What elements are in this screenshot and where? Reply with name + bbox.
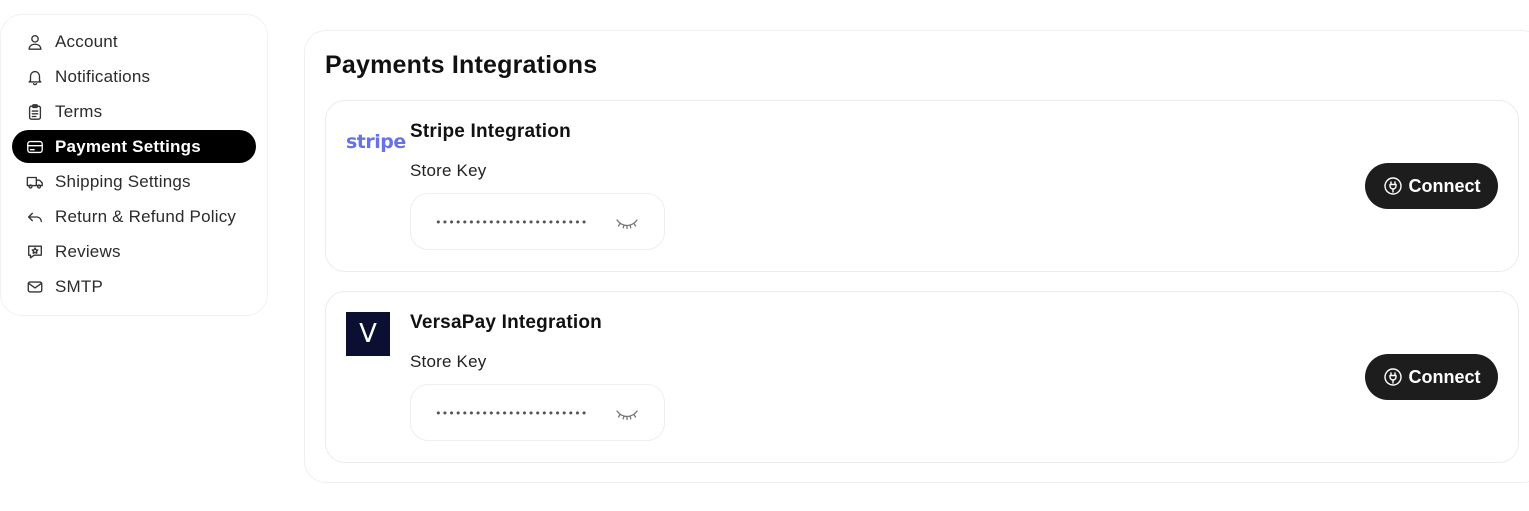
versapay-logo: V <box>346 312 390 356</box>
clipboard-icon <box>25 102 45 122</box>
sidebar-item-shipping-settings[interactable]: Shipping Settings <box>12 165 256 198</box>
connect-button-label: Connect <box>1408 175 1481 196</box>
store-key-label: Store Key <box>410 352 487 371</box>
page-title: Payments Integrations <box>325 51 598 79</box>
stripe-logo: stripe <box>346 131 406 153</box>
sidebar-item-payment-settings[interactable]: Payment Settings <box>12 130 256 163</box>
eye-closed-icon[interactable] <box>614 403 640 423</box>
bell-icon <box>25 67 45 87</box>
sidebar-item-label: Reviews <box>55 241 121 261</box>
sidebar-item-label: SMTP <box>55 276 104 296</box>
sidebar-item-reviews[interactable]: Reviews <box>12 235 256 268</box>
sidebar-item-label: Account <box>55 31 118 51</box>
store-key-label: Store Key <box>410 161 487 180</box>
sidebar-item-label: Terms <box>55 101 103 121</box>
stripe-integration-card: stripe Stripe Integration Store Key Conn… <box>325 100 1519 272</box>
store-key-field <box>410 193 665 250</box>
integration-title: Stripe Integration <box>410 121 571 142</box>
store-key-field <box>410 384 665 441</box>
connect-button-label: Connect <box>1408 366 1481 387</box>
sidebar-item-notifications[interactable]: Notifications <box>12 60 256 93</box>
sidebar-item-return-refund-policy[interactable]: Return & Refund Policy <box>12 200 256 233</box>
connect-button[interactable]: Connect <box>1365 354 1498 400</box>
settings-sidebar: Account Notifications Terms Payment Sett… <box>0 14 268 316</box>
sidebar-item-label: Notifications <box>55 66 151 86</box>
sidebar-item-label: Shipping Settings <box>55 171 191 191</box>
plug-icon <box>1383 367 1403 387</box>
sidebar-item-terms[interactable]: Terms <box>12 95 256 128</box>
store-key-input[interactable] <box>435 208 610 236</box>
user-icon <box>25 32 45 52</box>
versapay-integration-card: V VersaPay Integration Store Key Connect <box>325 291 1519 463</box>
eye-closed-icon[interactable] <box>614 212 640 232</box>
return-arrow-icon <box>25 207 45 227</box>
truck-icon <box>25 172 45 192</box>
mail-icon <box>25 277 45 297</box>
star-message-icon <box>25 242 45 262</box>
store-key-input[interactable] <box>435 399 610 427</box>
plug-icon <box>1383 176 1403 196</box>
credit-card-icon <box>25 137 45 157</box>
payments-integrations-panel: Payments Integrations stripe Stripe Inte… <box>304 30 1529 483</box>
integration-title: VersaPay Integration <box>410 312 602 333</box>
sidebar-item-smtp[interactable]: SMTP <box>12 270 256 303</box>
sidebar-item-label: Return & Refund Policy <box>55 206 237 226</box>
sidebar-item-account[interactable]: Account <box>12 25 256 58</box>
connect-button[interactable]: Connect <box>1365 163 1498 209</box>
sidebar-item-label: Payment Settings <box>55 136 201 156</box>
